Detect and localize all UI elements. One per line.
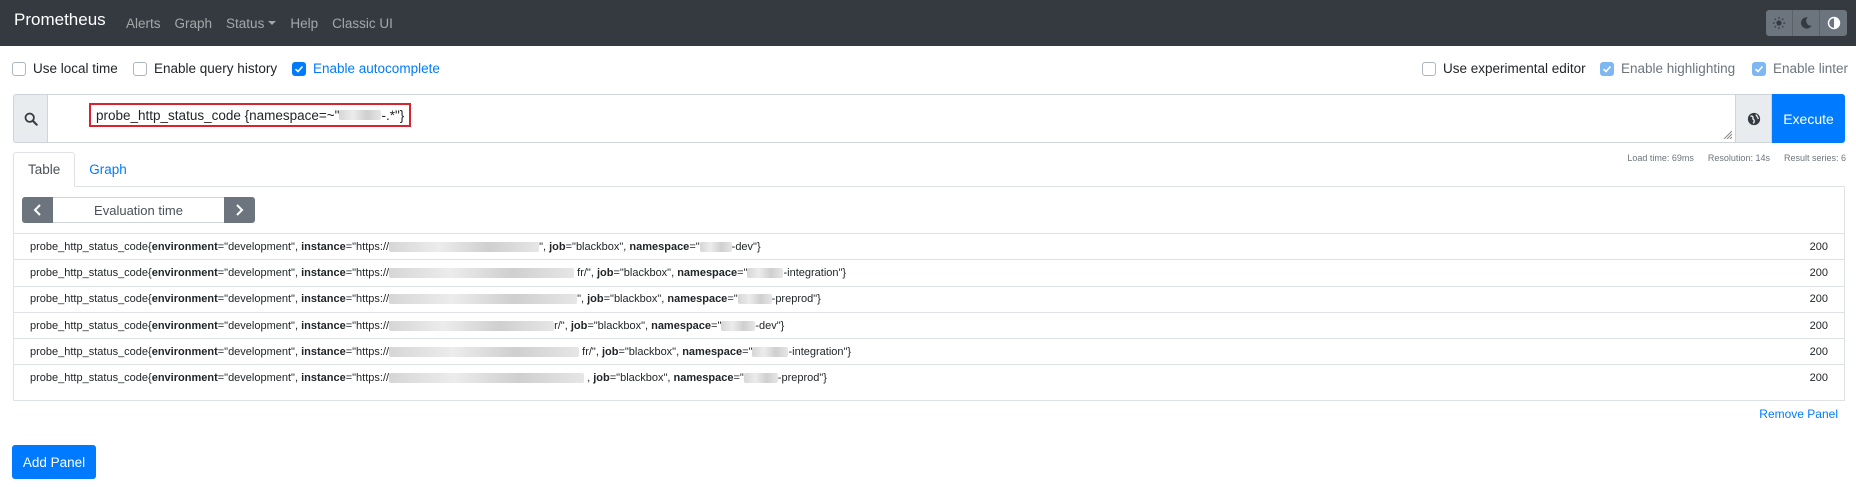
use-local-time-label: Use local time [33, 61, 118, 76]
nav-link-status-label: Status [226, 15, 265, 31]
table-row: probe_http_status_code{environment="deve… [14, 233, 1844, 259]
tab-table[interactable]: Table [13, 152, 76, 187]
checkmark-icon [294, 65, 304, 73]
evaluation-time-picker: Evaluation time [22, 197, 255, 223]
use-local-time-option[interactable]: Use local time [12, 61, 118, 76]
result-series: Result series: 6 [1783, 153, 1846, 163]
previous-time-button[interactable] [22, 197, 53, 223]
remove-panel-link[interactable]: Remove Panel [1759, 407, 1838, 421]
enable-query-history-label: Enable query history [154, 61, 278, 76]
series-label: probe_http_status_code{environment="deve… [30, 345, 852, 358]
enable-autocomplete-label: Enable autocomplete [313, 61, 440, 76]
metrics-explorer-button[interactable] [1736, 94, 1772, 143]
enable-linter-option[interactable]: Enable linter [1752, 61, 1848, 76]
redacted-text [699, 241, 732, 252]
series-value: 200 [1809, 240, 1828, 253]
series-value: 200 [1809, 319, 1828, 332]
globe-icon [1747, 112, 1760, 125]
use-local-time-checkbox[interactable] [12, 61, 26, 76]
use-experimental-editor-option[interactable]: Use experimental editor [1422, 61, 1586, 76]
series-value: 200 [1809, 293, 1828, 306]
enable-highlighting-label: Enable highlighting [1621, 61, 1736, 76]
search-addon [13, 94, 47, 143]
series-label: probe_http_status_code{environment="deve… [30, 293, 821, 306]
enable-highlighting-checkbox[interactable] [1600, 61, 1614, 76]
enable-highlighting-option[interactable]: Enable highlighting [1600, 61, 1735, 76]
next-time-button[interactable] [224, 197, 255, 223]
light-theme-button[interactable] [1766, 10, 1793, 36]
redacted-text [389, 241, 540, 252]
evaluation-time-input[interactable]: Evaluation time [53, 197, 224, 223]
dark-theme-button[interactable] [1793, 10, 1820, 36]
redacted-text [339, 110, 382, 120]
redacted-text [389, 320, 555, 331]
query-expression-input[interactable]: probe_http_status_code {namespace=~" -.*"… [47, 94, 1736, 143]
redacted-text [752, 346, 789, 357]
nav-link-alerts[interactable]: Alerts [126, 16, 161, 31]
theme-switcher [1766, 10, 1847, 36]
table-row: probe_http_status_code{environment="deve… [14, 364, 1844, 390]
series-label: probe_http_status_code{environment="deve… [30, 319, 785, 332]
enable-linter-label: Enable linter [1773, 61, 1849, 76]
redacted-text [389, 268, 575, 279]
series-label: probe_http_status_code{environment="deve… [30, 240, 761, 253]
table-row: probe_http_status_code{environment="deve… [14, 311, 1844, 338]
enable-autocomplete-option[interactable]: Enable autocomplete [292, 61, 440, 76]
panel-tabs: Table Graph [13, 152, 141, 187]
use-experimental-editor-checkbox[interactable] [1422, 61, 1436, 76]
sun-icon [1772, 16, 1786, 30]
nav-link-status[interactable]: Status [226, 15, 277, 31]
redacted-text [389, 294, 578, 305]
checkmark-icon [1602, 65, 1612, 73]
nav-link-graph[interactable]: Graph [175, 16, 213, 31]
brand-logo[interactable]: Prometheus [14, 10, 106, 30]
enable-query-history-option[interactable]: Enable query history [133, 61, 277, 76]
query-text-suffix: -.*"} [381, 107, 405, 123]
series-value: 200 [1809, 266, 1828, 279]
enable-query-history-checkbox[interactable] [133, 61, 147, 76]
query-text-prefix: probe_http_status_code {namespace=~" [96, 107, 340, 123]
chevron-left-icon [33, 204, 41, 216]
use-experimental-editor-label: Use experimental editor [1443, 61, 1586, 76]
execute-button[interactable]: Execute [1772, 94, 1845, 143]
enable-autocomplete-checkbox[interactable] [292, 61, 306, 76]
table-row: probe_http_status_code{environment="deve… [14, 259, 1844, 285]
query-expression-row: probe_http_status_code {namespace=~" -.*"… [13, 94, 1845, 143]
search-icon [24, 112, 38, 126]
table-row: probe_http_status_code{environment="deve… [14, 338, 1844, 364]
redacted-text [721, 320, 756, 331]
results-table: probe_http_status_code{environment="deve… [14, 233, 1844, 391]
checkmark-icon [1754, 65, 1764, 73]
auto-theme-button[interactable] [1820, 10, 1847, 36]
contrast-icon [1827, 16, 1840, 30]
query-stats: Load time: 69ms Resolution: 14s Result s… [1627, 153, 1846, 163]
series-value: 200 [1809, 372, 1828, 385]
chevron-down-icon [268, 21, 277, 25]
resize-handle-icon[interactable] [1722, 129, 1732, 139]
table-row: probe_http_status_code{environment="deve… [14, 285, 1844, 312]
redacted-text [389, 373, 585, 384]
redacted-text [389, 346, 580, 357]
query-text-highlighted: probe_http_status_code {namespace=~" -.*"… [89, 103, 411, 127]
series-label: probe_http_status_code{environment="deve… [30, 266, 847, 279]
enable-linter-checkbox[interactable] [1752, 61, 1766, 76]
redacted-text [737, 294, 772, 305]
nav-link-classic-ui[interactable]: Classic UI [332, 16, 393, 31]
redacted-text [747, 268, 784, 279]
chevron-right-icon [236, 204, 244, 216]
top-navbar: Prometheus Alerts Graph Status Help Clas… [0, 0, 1856, 46]
nav-link-help[interactable]: Help [290, 16, 318, 31]
tab-graph[interactable]: Graph [75, 152, 141, 187]
add-panel-button[interactable]: Add Panel [12, 445, 96, 479]
series-value: 200 [1809, 345, 1828, 358]
nav-links: Alerts Graph Status Help Classic UI [126, 0, 407, 46]
redacted-text [743, 373, 778, 384]
moon-icon [1801, 17, 1812, 29]
resolution: Resolution: 14s [1707, 153, 1770, 163]
series-label: probe_http_status_code{environment="deve… [30, 372, 827, 385]
load-time: Load time: 69ms [1627, 153, 1694, 163]
